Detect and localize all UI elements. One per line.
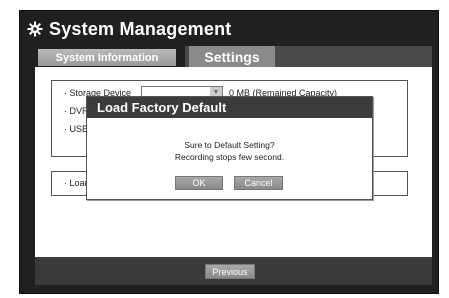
tab-settings[interactable]: Settings	[189, 46, 275, 67]
dialog-title: Load Factory Default	[87, 97, 372, 118]
dialog-message-1: Sure to Default Setting?	[184, 140, 275, 150]
window-title-bar: System Management	[27, 16, 231, 42]
page-title: System Management	[49, 18, 232, 39]
usb-label: · USB	[64, 124, 89, 134]
cancel-button[interactable]: Cancel	[234, 176, 283, 190]
tab-system-information[interactable]: System Information	[38, 49, 176, 66]
dialog-message-2: Recording stops few second.	[174, 152, 285, 162]
previous-button[interactable]: Previous	[205, 264, 255, 279]
load-factory-default-dialog: Load Factory Default Sure to Default Set…	[86, 96, 373, 200]
dvr-label: · DVR	[64, 106, 89, 116]
gear-icon	[27, 21, 43, 37]
ok-button[interactable]: OK	[175, 176, 223, 190]
